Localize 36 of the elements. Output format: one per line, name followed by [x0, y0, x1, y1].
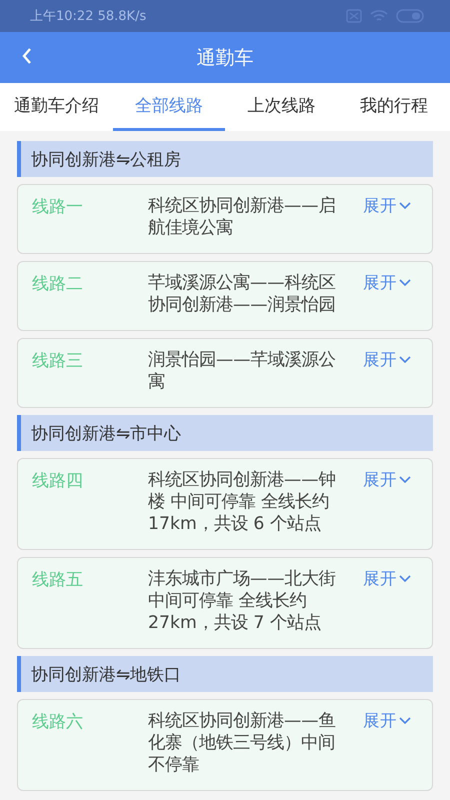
tab[interactable]: 我的行程 — [338, 83, 450, 131]
wifi-icon — [370, 9, 388, 23]
section-header: 协同创新港⇋公租房 — [17, 141, 433, 177]
route-name: 线路一 — [32, 196, 84, 219]
route-description: 芊域溪源公寓——科统区协同创新港——润景怡园 — [148, 272, 337, 316]
route-description: 沣东城市广场——北大街中间可停靠 全线长约27km，共设 7 个站点 — [148, 568, 337, 634]
tab[interactable]: 全部线路 — [112, 83, 225, 131]
expand-button[interactable]: 展开 — [363, 272, 412, 294]
chevron-down-icon — [398, 201, 412, 211]
expand-button[interactable]: 展开 — [363, 195, 412, 217]
sim-icon — [346, 9, 362, 23]
route-description: 科统区协同创新港——启航佳境公寓 — [148, 195, 337, 239]
expand-button[interactable]: 展开 — [363, 568, 412, 590]
route-description: 科统区协同创新港——钟楼 中间可停靠 全线长约17km，共设 6 个站点 — [148, 469, 337, 535]
route-name: 线路六 — [32, 711, 84, 734]
chevron-down-icon — [398, 716, 412, 726]
expand-button[interactable]: 展开 — [363, 349, 412, 371]
chevron-down-icon — [398, 278, 412, 288]
chevron-down-icon — [398, 574, 412, 584]
tab[interactable]: 通勤车介绍 — [0, 83, 112, 131]
route-name: 线路五 — [32, 569, 84, 592]
section-header: 协同创新港⇋市中心 — [17, 415, 433, 451]
status-time: 上午10:22 58.8K/s — [30, 8, 146, 25]
route-description: 润景怡园——芊域溪源公寓 — [148, 349, 337, 393]
route-name: 线路三 — [32, 350, 84, 373]
expand-button[interactable]: 展开 — [363, 469, 412, 491]
route-name: 线路四 — [32, 470, 84, 493]
expand-button[interactable]: 展开 — [363, 710, 412, 732]
chevron-down-icon — [398, 475, 412, 485]
route-description: 科统区协同创新港——鱼化寨（地铁三号线）中间不停靠 — [148, 710, 337, 776]
section-header: 协同创新港⇋地铁口 — [17, 656, 433, 692]
chevron-down-icon — [398, 355, 412, 365]
battery-icon — [396, 9, 424, 23]
tab[interactable]: 上次线路 — [225, 83, 338, 131]
route-name: 线路二 — [32, 273, 84, 296]
page-title: 通勤车 — [196, 46, 254, 70]
